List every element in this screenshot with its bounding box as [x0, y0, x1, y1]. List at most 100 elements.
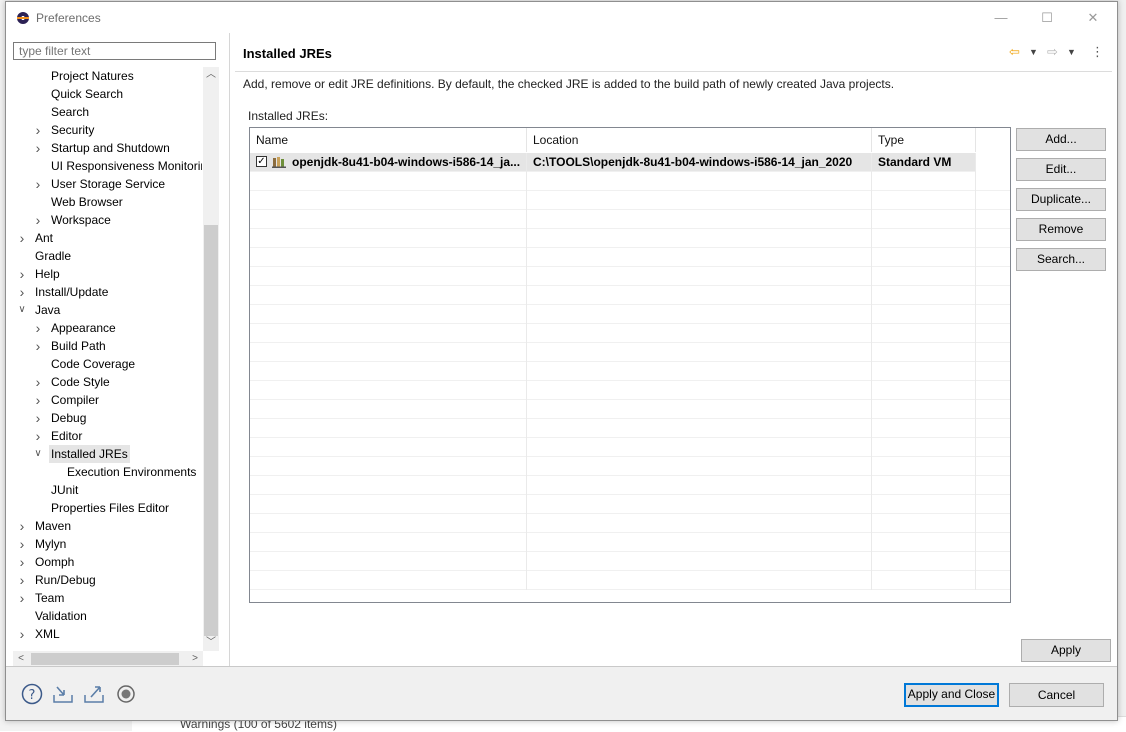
chevron-right-icon[interactable]: ›	[32, 319, 44, 337]
tree-item[interactable]: › Ant	[6, 229, 202, 247]
chevron-right-icon[interactable]: ›	[16, 265, 28, 283]
table-row-empty	[250, 362, 1010, 381]
import-icon[interactable]	[52, 683, 74, 705]
scroll-thumb[interactable]	[204, 225, 218, 636]
tree-item[interactable]: Web Browser	[6, 193, 202, 211]
cancel-button[interactable]: Cancel	[1009, 683, 1104, 707]
tree-item[interactable]: › Team	[6, 589, 202, 607]
chevron-right-icon[interactable]: ›	[16, 535, 28, 553]
scroll-left-icon[interactable]: <	[13, 651, 29, 667]
hscroll-thumb[interactable]	[31, 653, 179, 665]
tree-item[interactable]: ∨ Installed JREs	[6, 445, 202, 463]
tree-item[interactable]: › Maven	[6, 517, 202, 535]
search-button[interactable]: Search...	[1016, 248, 1106, 271]
cell-filler	[976, 210, 1010, 229]
apply-and-close-button[interactable]: Apply and Close	[904, 683, 999, 707]
tree-vertical-scrollbar[interactable]: ︿ ﹀	[203, 67, 219, 651]
cell-type	[872, 571, 976, 590]
chevron-right-icon[interactable]: ›	[32, 175, 44, 193]
chevron-right-icon[interactable]: ›	[16, 625, 28, 643]
chevron-down-icon[interactable]: ∨	[32, 445, 44, 463]
tree-item[interactable]: › Mylyn	[6, 535, 202, 553]
tree-item[interactable]: Validation	[6, 607, 202, 625]
cell-location	[527, 248, 872, 267]
chevron-right-icon[interactable]: ›	[32, 409, 44, 427]
tree-item[interactable]: › Editor	[6, 427, 202, 445]
remove-button[interactable]: Remove	[1016, 218, 1106, 241]
maximize-button[interactable]: ☐	[1024, 2, 1070, 33]
tree-item[interactable]: Execution Environments	[6, 463, 202, 481]
chevron-right-icon[interactable]: ›	[32, 139, 44, 157]
export-icon[interactable]	[83, 683, 105, 705]
scroll-right-icon[interactable]: >	[187, 651, 203, 667]
cell-type	[872, 552, 976, 571]
chevron-down-icon[interactable]: ∨	[16, 301, 28, 319]
jre-checkbox[interactable]: ✓	[256, 156, 267, 167]
tree-item[interactable]: › Appearance	[6, 319, 202, 337]
forward-arrow-icon[interactable]: ⇨	[1047, 44, 1058, 60]
tree-horizontal-scrollbar[interactable]: < >	[13, 651, 203, 667]
cell-name	[250, 514, 527, 533]
tree-item[interactable]: Search	[6, 103, 202, 121]
table-row-empty	[250, 267, 1010, 286]
back-arrow-icon[interactable]: ⇦	[1009, 44, 1020, 60]
table-row-empty	[250, 248, 1010, 267]
chevron-right-icon[interactable]: ›	[16, 571, 28, 589]
tree-item[interactable]: › Security	[6, 121, 202, 139]
record-icon[interactable]	[115, 683, 137, 705]
tree-item[interactable]: › Debug	[6, 409, 202, 427]
close-button[interactable]: ✕	[1070, 2, 1116, 33]
duplicate-button[interactable]: Duplicate...	[1016, 188, 1106, 211]
tree-item[interactable]: › Oomph	[6, 553, 202, 571]
tree-item[interactable]: › Help	[6, 265, 202, 283]
tree-item[interactable]: › Startup and Shutdown	[6, 139, 202, 157]
tree-item-label: Startup and Shutdown	[51, 141, 170, 155]
tree-item[interactable]: › Workspace	[6, 211, 202, 229]
add-button[interactable]: Add...	[1016, 128, 1106, 151]
minimize-button[interactable]: —	[978, 2, 1024, 33]
page-navigation: ⇦ ▼ ⇨ ▼ ⋮	[1009, 44, 1107, 60]
tree-item[interactable]: › XML	[6, 625, 202, 643]
tree-item[interactable]: Properties Files Editor	[6, 499, 202, 517]
tree-item[interactable]: › Build Path	[6, 337, 202, 355]
chevron-right-icon[interactable]: ›	[16, 553, 28, 571]
tree-item[interactable]: › User Storage Service	[6, 175, 202, 193]
cell-name	[250, 552, 527, 571]
edit-button[interactable]: Edit...	[1016, 158, 1106, 181]
tree-item[interactable]: ∨ Java	[6, 301, 202, 319]
scroll-up-icon[interactable]: ︿	[203, 67, 219, 83]
cell-name	[250, 362, 527, 381]
apply-button[interactable]: Apply	[1021, 639, 1111, 662]
tree-item[interactable]: Project Natures	[6, 67, 202, 85]
tree-item[interactable]: JUnit	[6, 481, 202, 499]
column-header-type[interactable]: Type	[872, 128, 976, 152]
tree-item[interactable]: › Code Style	[6, 373, 202, 391]
tree-item[interactable]: › Install/Update	[6, 283, 202, 301]
tree-item[interactable]: › Compiler	[6, 391, 202, 409]
chevron-right-icon[interactable]: ›	[32, 121, 44, 139]
tree-item[interactable]: Quick Search	[6, 85, 202, 103]
chevron-right-icon[interactable]: ›	[16, 283, 28, 301]
back-dropdown-icon[interactable]: ▼	[1029, 44, 1038, 60]
chevron-right-icon[interactable]: ›	[32, 373, 44, 391]
chevron-right-icon[interactable]: ›	[32, 211, 44, 229]
cell-filler	[976, 343, 1010, 362]
tree-item[interactable]: UI Responsiveness Monitorin	[6, 157, 202, 175]
tree-item[interactable]: Code Coverage	[6, 355, 202, 373]
scroll-down-icon[interactable]: ﹀	[203, 635, 219, 651]
tree-item[interactable]: Gradle	[6, 247, 202, 265]
help-icon[interactable]: ?	[21, 683, 43, 705]
chevron-right-icon[interactable]: ›	[32, 337, 44, 355]
column-header-name[interactable]: Name	[250, 128, 527, 152]
chevron-right-icon[interactable]: ›	[16, 589, 28, 607]
forward-dropdown-icon[interactable]: ▼	[1067, 44, 1076, 60]
chevron-right-icon[interactable]: ›	[32, 427, 44, 445]
filter-input[interactable]	[13, 42, 216, 60]
chevron-right-icon[interactable]: ›	[16, 517, 28, 535]
chevron-right-icon[interactable]: ›	[32, 391, 44, 409]
table-row[interactable]: ✓ openjdk-8u41-b04-windows-i586-14_ja... C…	[250, 153, 1010, 172]
view-menu-icon[interactable]: ⋮	[1091, 44, 1104, 60]
tree-item[interactable]: › Run/Debug	[6, 571, 202, 589]
chevron-right-icon[interactable]: ›	[16, 229, 28, 247]
column-header-location[interactable]: Location	[527, 128, 872, 152]
